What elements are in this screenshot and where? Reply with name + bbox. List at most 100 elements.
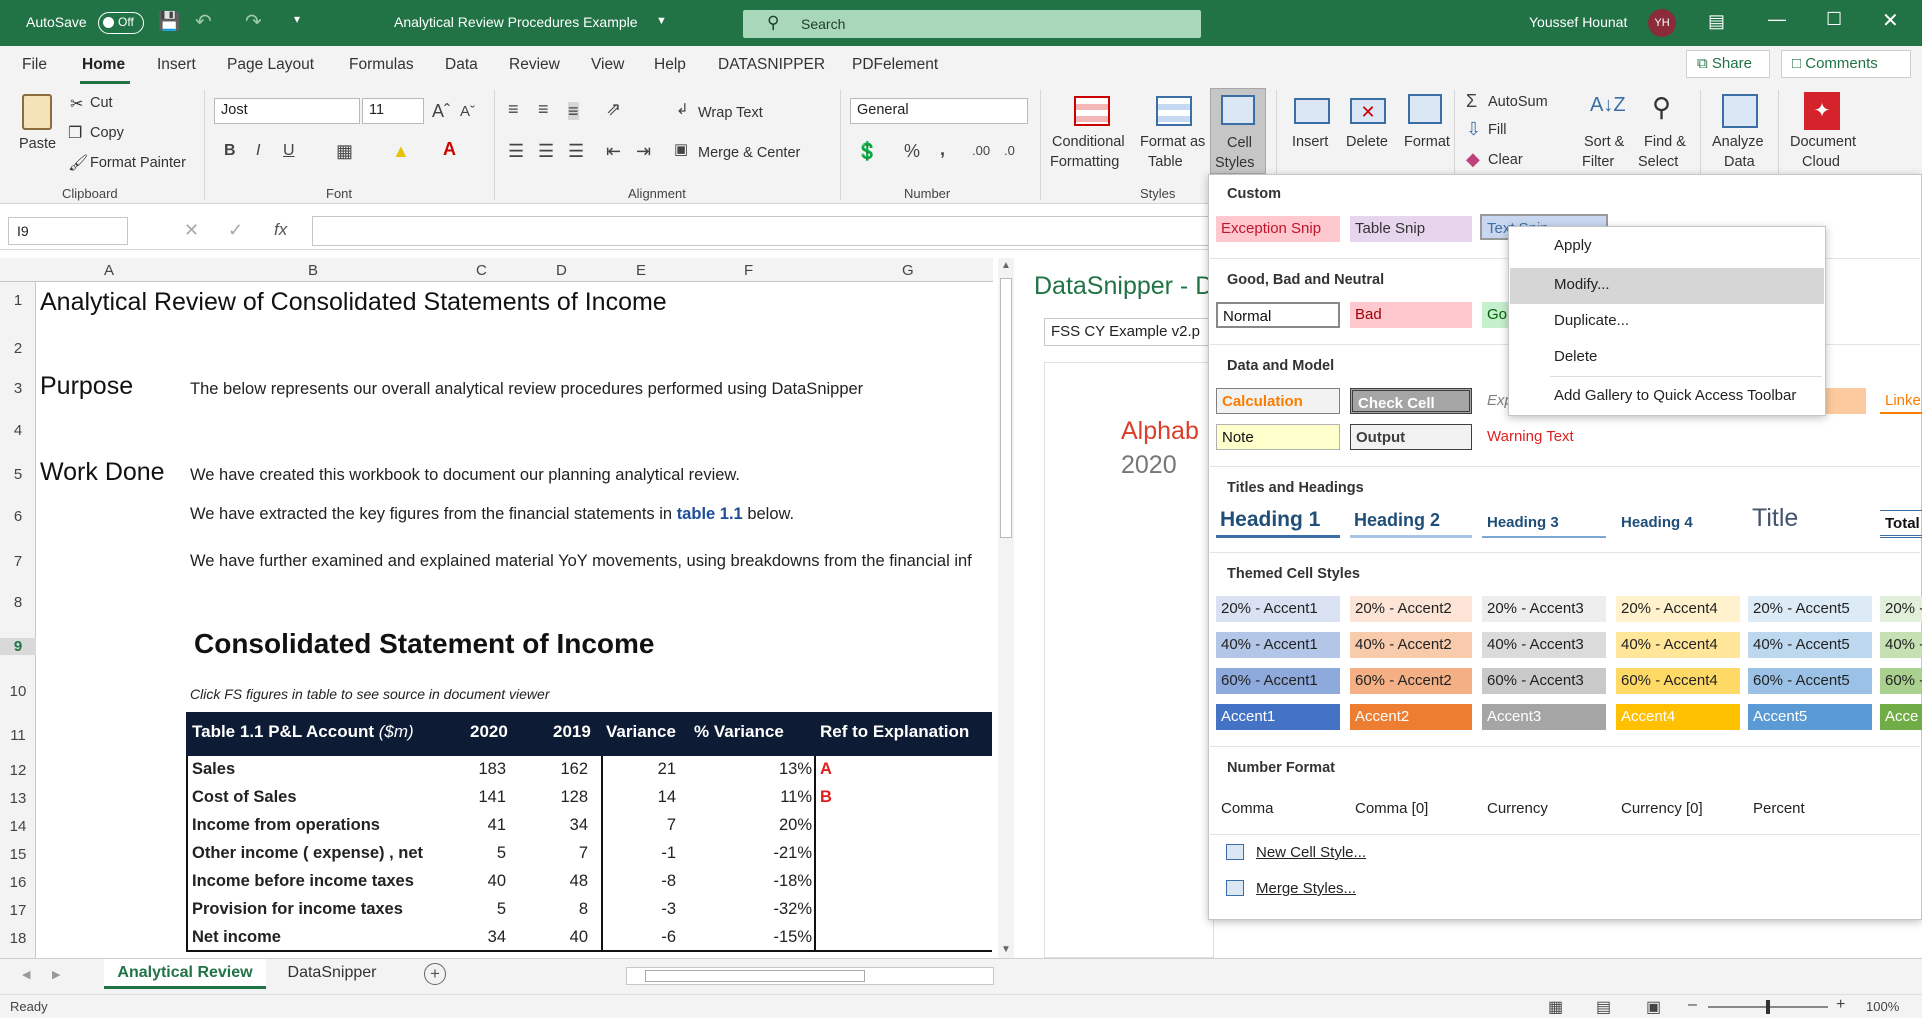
style-linked-cell[interactable]: Linke — [1880, 388, 1922, 414]
value-2019[interactable]: 128 — [518, 788, 588, 807]
italic-icon[interactable]: I — [256, 143, 260, 159]
document-title[interactable]: Analytical Review Procedures Example — [394, 14, 638, 30]
orientation-icon[interactable]: ⇗ — [606, 100, 621, 118]
style-accent6[interactable]: Acce — [1880, 704, 1922, 730]
menu-item-duplicate[interactable]: Duplicate... — [1554, 312, 1629, 329]
save-icon[interactable]: 💾 — [158, 11, 180, 32]
underline-icon[interactable]: U — [283, 143, 295, 159]
column-header[interactable]: F — [744, 262, 753, 279]
row-header[interactable]: 2 — [0, 340, 36, 357]
menu-item-delete[interactable]: Delete — [1554, 348, 1597, 365]
column-header[interactable]: G — [902, 262, 914, 279]
style-total[interactable]: Total — [1880, 510, 1922, 538]
format-as-table-button[interactable]: Format as Table — [1138, 90, 1210, 180]
style-20-accent3[interactable]: 20% - Accent3 — [1482, 596, 1606, 622]
page-layout-view-icon[interactable]: ▤ — [1596, 997, 1611, 1017]
align-center-icon[interactable]: ☰ — [538, 142, 554, 160]
fill-color-icon[interactable]: ▲ — [392, 142, 410, 160]
style-40-accent6[interactable]: 40% - — [1880, 632, 1922, 658]
value-2019[interactable]: 7 — [518, 844, 588, 863]
decrease-font-icon[interactable]: Aˇ — [460, 104, 475, 119]
style-20-accent6[interactable]: 20% - — [1880, 596, 1922, 622]
style-40-accent5[interactable]: 40% - Accent5 — [1748, 632, 1872, 658]
style-60-accent1[interactable]: 60% - Accent1 — [1216, 668, 1340, 694]
borders-icon[interactable]: ▦ — [336, 142, 353, 160]
row-header[interactable]: 8 — [0, 594, 36, 611]
insert-cells-button[interactable]: Insert — [1286, 90, 1338, 180]
share-button[interactable]: ⧉ Share — [1686, 50, 1770, 78]
clear-icon[interactable]: ◆ — [1466, 150, 1480, 168]
row-header-selected[interactable]: 9 — [0, 638, 36, 655]
align-bottom-icon[interactable]: ≡ — [568, 102, 579, 120]
value-2020[interactable]: 41 — [436, 816, 506, 835]
style-good[interactable]: Go — [1482, 302, 1508, 328]
value-2020[interactable]: 183 — [436, 760, 506, 779]
name-box[interactable]: I9 — [8, 217, 128, 245]
zoom-thumb[interactable] — [1766, 1000, 1770, 1014]
undo-icon[interactable]: ↶ — [195, 9, 212, 34]
merge-styles-button[interactable]: Merge Styles... — [1222, 878, 1522, 902]
scroll-up-icon[interactable]: ▲ — [1001, 260, 1011, 271]
column-header[interactable]: C — [476, 262, 487, 279]
menu-item-add-gallery-qat[interactable]: Add Gallery to Quick Access Toolbar — [1554, 387, 1796, 404]
row-header[interactable]: 17 — [0, 902, 36, 919]
font-size-select[interactable]: 11 — [362, 98, 424, 124]
cut-button[interactable]: Cut — [90, 95, 113, 111]
tab-help[interactable]: Help — [654, 56, 686, 74]
menu-item-modify[interactable]: Modify... — [1554, 276, 1610, 293]
delete-cells-button[interactable]: ✕ Delete — [1340, 90, 1396, 180]
value-2019[interactable]: 34 — [518, 816, 588, 835]
style-60-accent4[interactable]: 60% - Accent4 — [1616, 668, 1740, 694]
search-input[interactable]: ⚲ Search — [743, 10, 1201, 38]
column-header[interactable]: A — [104, 262, 114, 279]
style-accent2[interactable]: Accent2 — [1350, 704, 1472, 730]
align-left-icon[interactable]: ☰ — [508, 142, 524, 160]
table-row[interactable]: Net income 34 40 -6 -15% — [186, 924, 992, 952]
style-heading-2[interactable]: Heading 2 — [1350, 508, 1472, 538]
decrease-indent-icon[interactable]: ⇤ — [606, 142, 621, 160]
merge-center-button[interactable]: Merge & Center — [698, 145, 800, 161]
increase-indent-icon[interactable]: ⇥ — [636, 142, 651, 160]
sort-filter-button[interactable]: A↓Z Sort & Filter — [1580, 90, 1636, 180]
tab-home[interactable]: Home — [82, 56, 125, 74]
style-accent4[interactable]: Accent4 — [1616, 704, 1740, 730]
table-row[interactable]: Other income ( expense) , net 5 7 -1 -21… — [186, 840, 992, 868]
style-accent5[interactable]: Accent5 — [1748, 704, 1872, 730]
scroll-down-icon[interactable]: ▼ — [1001, 944, 1011, 955]
document-cloud-button[interactable]: ✦ Document Cloud — [1784, 90, 1864, 180]
row-header[interactable]: 18 — [0, 930, 36, 947]
tab-file[interactable]: File — [22, 56, 47, 74]
value-2020[interactable]: 141 — [436, 788, 506, 807]
number-format-select[interactable]: General — [850, 98, 1028, 124]
wrap-text-button[interactable]: Wrap Text — [698, 105, 763, 121]
document-select[interactable]: FSS CY Example v2.p — [1044, 318, 1214, 346]
table-row[interactable]: Provision for income taxes 5 8 -3 -32% — [186, 896, 992, 924]
row-header[interactable]: 12 — [0, 762, 36, 779]
row-header[interactable]: 3 — [0, 380, 36, 397]
title-chevron-down-icon[interactable]: ▼ — [656, 15, 667, 27]
style-20-accent2[interactable]: 20% - Accent2 — [1350, 596, 1472, 622]
style-comma-0[interactable]: Comma [0] — [1350, 796, 1472, 822]
tab-formulas[interactable]: Formulas — [349, 56, 414, 74]
horizontal-scrollbar[interactable] — [626, 967, 994, 985]
insert-function-button[interactable]: fx — [274, 220, 287, 240]
style-40-accent4[interactable]: 40% - Accent4 — [1616, 632, 1740, 658]
style-heading-3[interactable]: Heading 3 — [1482, 510, 1606, 538]
align-middle-icon[interactable]: ≡ — [538, 100, 549, 118]
style-title[interactable]: Title — [1748, 502, 1872, 536]
column-header[interactable]: B — [308, 262, 318, 279]
format-painter-button[interactable]: Format Painter — [90, 155, 186, 171]
style-40-accent3[interactable]: 40% - Accent3 — [1482, 632, 1606, 658]
style-60-accent2[interactable]: 60% - Accent2 — [1350, 668, 1472, 694]
style-check-cell[interactable]: Check Cell — [1350, 388, 1472, 414]
copy-button[interactable]: Copy — [90, 125, 124, 141]
row-header[interactable]: 1 — [0, 292, 36, 309]
autosum-icon[interactable]: Σ — [1466, 92, 1477, 110]
table-row[interactable]: Sales 183 162 21 13% A — [186, 756, 992, 784]
tab-datasnipper[interactable]: DATASNIPPER — [718, 56, 825, 74]
table-row[interactable]: Income before income taxes 40 48 -8 -18% — [186, 868, 992, 896]
column-header[interactable]: D — [556, 262, 567, 279]
style-40-accent2[interactable]: 40% - Accent2 — [1350, 632, 1472, 658]
wrap-text-icon[interactable]: ↲ — [676, 102, 689, 117]
value-2019[interactable]: 40 — [518, 928, 588, 947]
